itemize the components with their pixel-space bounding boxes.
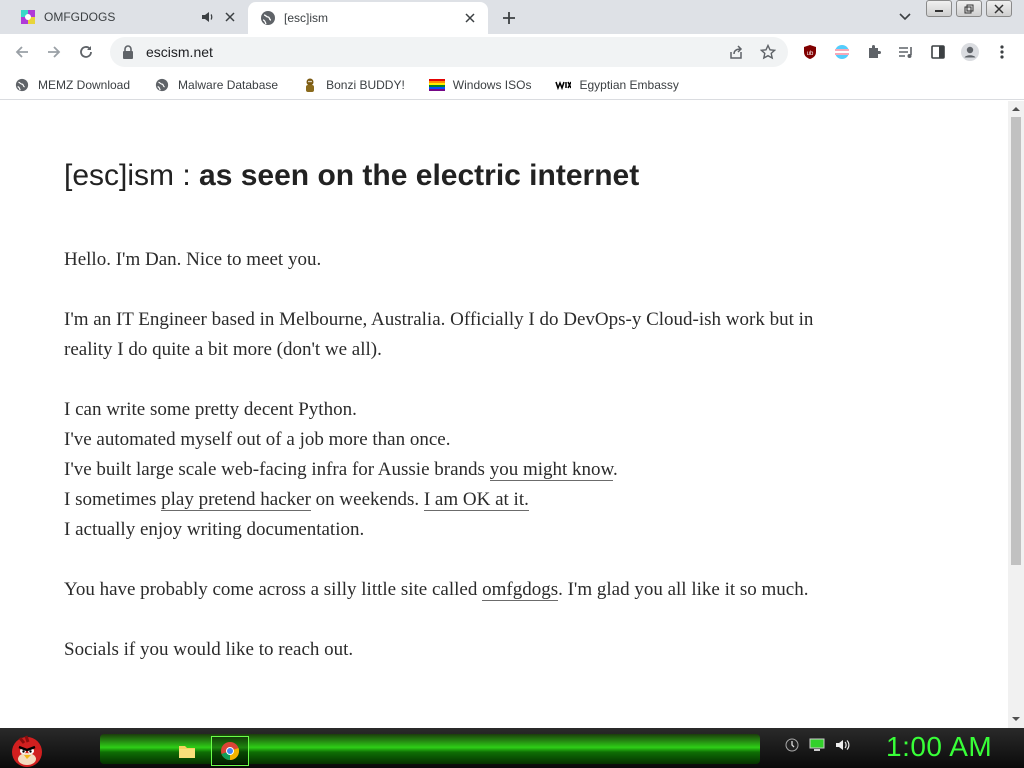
globe-icon [260,10,276,26]
title-brand: [esc]ism : [64,159,191,192]
bookmark-egyptian-embassy[interactable]: Egyptian Embassy [551,73,682,97]
bookmark-memz-download[interactable]: MEMZ Download [10,73,134,97]
page-viewport: [esc]ism : as seen on the electric inter… [0,101,1008,728]
plus-icon [503,12,515,24]
greeting-paragraph: Hello. I'm Dan. Nice to meet you. [64,249,322,270]
extensions-puzzle-icon[interactable] [862,40,886,64]
vertical-scrollbar[interactable] [1008,101,1024,728]
taskbar-chrome-button[interactable] [211,736,249,766]
restore-icon [964,4,974,13]
scroll-up-arrow-icon[interactable] [1012,105,1020,113]
bookmark-label: MEMZ Download [38,77,131,92]
skills-line: I've automated myself out of a job more … [64,429,451,450]
socials-paragraph: Socials if you would like to reach out. [64,639,354,660]
share-icon[interactable] [724,40,748,64]
skills-line: I sometimes [64,489,162,510]
skills-line: on weekends. [310,489,424,510]
omfgdogs-paragraph: You have probably come across a silly li… [64,575,824,605]
tab-strip: OMFGDOGS [esc]ism [0,0,1024,34]
page-title: [esc]ism : as seen on the electric inter… [64,159,824,193]
media-queue-icon[interactable] [894,40,918,64]
taskbar: 1:00 AM [0,728,1024,768]
chrome-icon [221,742,240,760]
close-window-button[interactable] [986,0,1012,17]
side-panel-icon[interactable] [926,40,950,64]
close-tab-icon[interactable] [220,7,240,27]
trans-flag-extension-icon[interactable] [830,40,854,64]
omfgdogs-link[interactable]: omfgdogs [482,579,559,601]
rainbow-flag-icon [428,77,445,93]
back-arrow-icon [15,46,28,58]
globe-icon [14,77,30,93]
volume-tray-icon[interactable] [835,738,851,752]
reload-icon [80,46,92,58]
page-content: [esc]ism : as seen on the electric inter… [64,159,824,695]
minimize-button[interactable] [926,0,952,17]
scroll-thumb[interactable] [1011,117,1021,565]
play-pretend-hacker-link[interactable]: play pretend hacker [161,489,311,511]
title-tagline: as seen on the electric internet [199,159,640,192]
bookmark-windows-isos[interactable]: Windows ISOs [425,73,536,97]
wix-icon [555,77,572,93]
reload-button[interactable] [72,38,100,66]
close-icon [994,3,1004,14]
forward-button[interactable] [40,38,68,66]
bookmark-bonzi-buddy[interactable]: Bonzi BUDDY! [298,73,409,97]
bookmark-malware-database[interactable]: Malware Database [150,73,282,97]
tab-title: [esc]ism [284,11,329,25]
chevron-down-icon [899,13,911,21]
url-text[interactable]: escism.net [146,44,724,60]
bookmark-label: Malware Database [178,77,279,92]
globe-icon [154,77,170,93]
skills-paragraph: I can write some pretty decent Python. I… [64,395,824,545]
minimize-icon [935,9,943,12]
angry-bird-icon [12,735,42,767]
bonzi-icon [302,77,318,93]
folder-icon [179,746,195,758]
speaker-icon[interactable] [200,9,216,25]
lock-icon[interactable] [120,44,136,60]
taskbar-explorer-button[interactable] [168,736,206,766]
tab-escism[interactable]: [esc]ism [248,2,488,34]
tab-title: OMFGDOGS [44,10,116,24]
svg-text:ub: ub [807,51,814,57]
system-tray [785,738,861,752]
menu-kebab-icon[interactable] [990,40,1014,64]
skills-line: I've built large scale web-facing infra … [64,459,490,480]
forward-arrow-icon [48,46,61,58]
start-button[interactable] [6,730,48,768]
period: . [613,459,618,480]
omfgdogs-favicon-icon [20,9,36,25]
tab-search-button[interactable] [893,6,917,28]
tab-omfgdogs[interactable]: OMFGDOGS [8,0,248,34]
profile-avatar-icon[interactable] [958,40,982,64]
window-controls [926,0,1016,18]
scroll-down-arrow-icon[interactable] [1012,715,1020,723]
bookmark-star-icon[interactable] [756,40,780,64]
close-tab-icon[interactable] [460,8,480,28]
new-tab-button[interactable] [496,5,522,31]
bookmark-label: Windows ISOs [452,77,532,92]
network-tray-icon[interactable] [785,738,799,752]
intro-paragraph: I'm an IT Engineer based in Melbourne, A… [64,309,814,360]
skills-line: I actually enjoy writing documentation. [64,519,365,540]
bookmark-label: Bonzi BUDDY! [326,77,405,92]
back-button[interactable] [8,38,36,66]
skills-line: I can write some pretty decent Python. [64,399,357,420]
omfgdogs-text-end: . I'm glad you all like it so much. [558,579,809,600]
omfgdogs-text: You have probably come across a silly li… [64,579,483,600]
address-bar[interactable]: escism.net [110,37,788,67]
i-am-ok-at-it-link[interactable]: I am OK at it. [423,489,529,511]
taskbar-clock[interactable]: 1:00 AM [886,731,992,763]
you-might-know-link[interactable]: you might know [489,459,614,481]
ublock-icon[interactable]: ub [798,40,822,64]
browser-toolbar: escism.net ub [0,34,1024,70]
bookmarks-bar: MEMZ Download Malware Database Bonzi BUD… [0,70,1024,100]
monitor-tray-icon[interactable] [809,738,825,752]
restore-button[interactable] [956,0,982,17]
bookmark-label: Egyptian Embassy [579,77,679,92]
